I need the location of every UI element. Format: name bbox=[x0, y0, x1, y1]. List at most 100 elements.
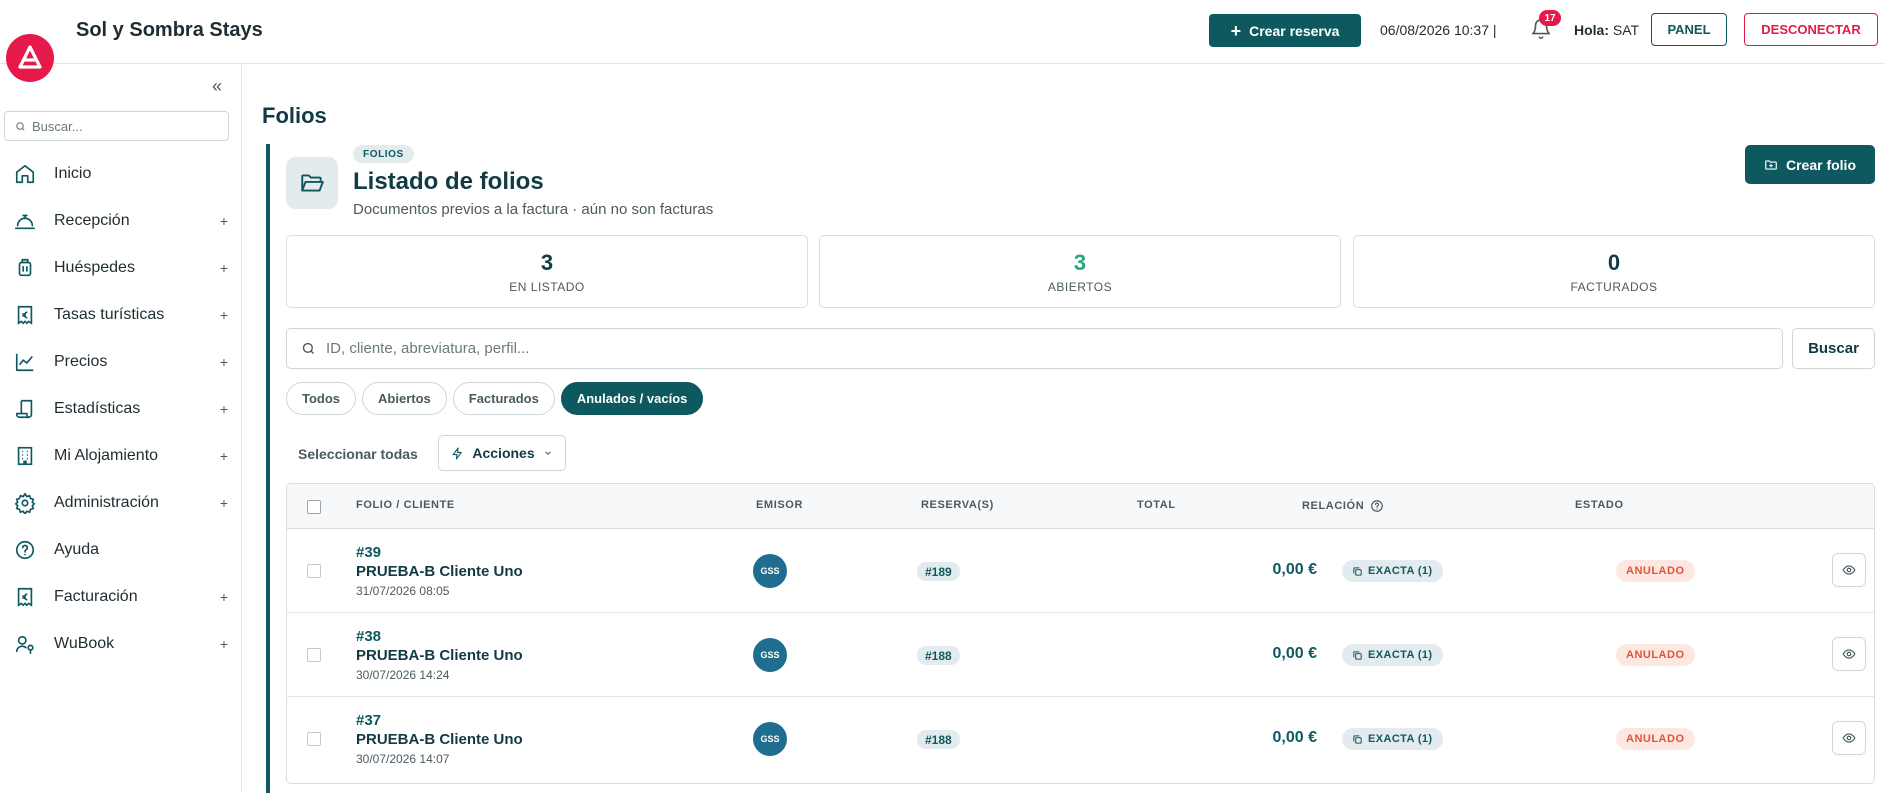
stat-card-abiertos: 3 ABIERTOS bbox=[819, 235, 1341, 308]
expand-plus-icon[interactable]: + bbox=[220, 589, 228, 605]
sidebar-item-precios[interactable]: Precios + bbox=[0, 338, 242, 385]
copy-icon bbox=[1353, 566, 1362, 576]
accent-bar bbox=[266, 144, 270, 793]
create-reservation-button[interactable]: + Crear reserva bbox=[1209, 14, 1361, 47]
building-icon bbox=[14, 445, 36, 467]
folio-date: 30/07/2026 14:24 bbox=[356, 668, 450, 682]
filter-anulados[interactable]: Anulados / vacíos bbox=[560, 382, 704, 415]
sidebar-search-input[interactable]: Buscar... bbox=[4, 111, 229, 141]
expand-plus-icon[interactable]: + bbox=[220, 354, 228, 370]
actions-label: Acciones bbox=[472, 445, 535, 461]
sidebar-item-inicio[interactable]: Inicio bbox=[0, 150, 242, 197]
copy-icon bbox=[1353, 650, 1362, 660]
reservation-pill[interactable]: #188 bbox=[917, 730, 960, 749]
sidebar-item-label: Recepción bbox=[54, 211, 130, 229]
list-subtitle: Documentos previos a la factura · aún no… bbox=[353, 201, 714, 218]
status-badge: ANULADO bbox=[1616, 644, 1695, 666]
expand-plus-icon[interactable]: + bbox=[220, 213, 228, 229]
expand-plus-icon[interactable]: + bbox=[220, 260, 228, 276]
expand-plus-icon[interactable]: + bbox=[220, 495, 228, 511]
sidebar-item-wubook[interactable]: WuBook + bbox=[0, 620, 242, 667]
reservation-pill[interactable]: #189 bbox=[917, 562, 960, 581]
search-button[interactable]: Buscar bbox=[1792, 328, 1875, 369]
collapse-sidebar-icon[interactable]: « bbox=[212, 76, 222, 97]
sidebar-item-label: Inicio bbox=[54, 164, 92, 182]
emisor-avatar: GSS bbox=[753, 554, 787, 588]
folio-client: PRUEBA-B Cliente Uno bbox=[356, 563, 523, 580]
folio-client: PRUEBA-B Cliente Uno bbox=[356, 647, 523, 664]
search-icon bbox=[302, 342, 314, 354]
sidebar-item-facturacion[interactable]: Facturación + bbox=[0, 573, 242, 620]
stat-label: EN LISTADO bbox=[509, 279, 585, 294]
sidebar-item-label: Huéspedes bbox=[54, 258, 135, 276]
sidebar-item-alojamiento[interactable]: Mi Alojamiento + bbox=[0, 432, 242, 479]
folio-search-input[interactable]: ID, cliente, abreviatura, perfil... bbox=[286, 328, 1783, 369]
page-title: Folios bbox=[262, 103, 327, 128]
actions-dropdown[interactable]: Acciones bbox=[438, 435, 566, 471]
column-header-relacion-label: RELACIÓN bbox=[1302, 500, 1365, 512]
status-badge: ANULADO bbox=[1616, 728, 1695, 750]
view-folio-button[interactable] bbox=[1832, 553, 1866, 587]
relation-label: EXACTA (1) bbox=[1368, 565, 1433, 577]
expand-plus-icon[interactable]: + bbox=[220, 636, 228, 652]
user-key-icon bbox=[14, 633, 36, 655]
sidebar-item-tasas[interactable]: Tasas turísticas + bbox=[0, 291, 242, 338]
sidebar-item-estadisticas[interactable]: Estadísticas + bbox=[0, 385, 242, 432]
filter-todos[interactable]: Todos bbox=[286, 382, 357, 415]
select-all-checkbox[interactable] bbox=[307, 500, 321, 514]
filter-abiertos[interactable]: Abiertos bbox=[362, 382, 447, 415]
folder-plus-icon bbox=[1765, 159, 1777, 170]
reservation-pill[interactable]: #188 bbox=[917, 646, 960, 665]
folder-open-icon bbox=[286, 157, 338, 209]
sidebar-nav: Inicio Recepción + Huéspedes + Tasas tur… bbox=[0, 150, 242, 667]
table-row: #37 PRUEBA-B Cliente Uno 30/07/2026 14:0… bbox=[287, 697, 1874, 781]
help-circle-icon[interactable] bbox=[1370, 499, 1384, 513]
user-name: SAT bbox=[1612, 22, 1640, 38]
expand-plus-icon[interactable]: + bbox=[220, 307, 228, 323]
sidebar-item-label: Ayuda bbox=[54, 540, 100, 558]
filter-facturados[interactable]: Facturados bbox=[452, 382, 555, 415]
folio-id-link[interactable]: #39 bbox=[356, 544, 381, 561]
create-folio-button[interactable]: Crear folio bbox=[1745, 145, 1875, 184]
folio-total: 0,00 € bbox=[1272, 561, 1317, 578]
create-reservation-label: Crear reserva bbox=[1249, 22, 1340, 39]
folio-date: 31/07/2026 08:05 bbox=[356, 584, 450, 598]
top-bar: Sol y Sombra Stays + Crear reserva 06/08… bbox=[0, 0, 1885, 64]
view-folio-button[interactable] bbox=[1832, 637, 1866, 671]
sidebar-item-administracion[interactable]: Administración + bbox=[0, 479, 242, 526]
list-title: Listado de folios bbox=[353, 168, 544, 195]
row-checkbox[interactable] bbox=[307, 564, 321, 578]
folios-table: FOLIO / CLIENTE EMISOR RESERVA(S) TOTAL … bbox=[286, 483, 1875, 784]
sidebar-item-label: Estadísticas bbox=[54, 399, 141, 417]
filter-tabs: Todos Abiertos Facturados Anulados / vac… bbox=[286, 382, 704, 415]
stat-label: ABIERTOS bbox=[1047, 279, 1113, 294]
plus-icon: + bbox=[1230, 20, 1242, 41]
stat-card-en-listado: 3 EN LISTADO bbox=[286, 235, 808, 308]
folio-id-link[interactable]: #37 bbox=[356, 712, 381, 729]
sidebar-item-huespedes[interactable]: Huéspedes + bbox=[0, 244, 242, 291]
user-greeting: Hola: SAT bbox=[1574, 22, 1639, 38]
sidebar-item-label: WuBook bbox=[54, 634, 115, 652]
sidebar-item-recepcion[interactable]: Recepción + bbox=[0, 197, 242, 244]
sidebar-item-label: Precios bbox=[54, 352, 108, 370]
euro-receipt-icon bbox=[14, 304, 36, 326]
select-all-link[interactable]: Seleccionar todas bbox=[298, 446, 418, 462]
panel-button[interactable]: PANEL bbox=[1651, 13, 1727, 46]
folio-id-link[interactable]: #38 bbox=[356, 628, 381, 645]
table-row: #39 PRUEBA-B Cliente Uno 31/07/2026 08:0… bbox=[287, 529, 1874, 613]
emisor-avatar: GSS bbox=[753, 722, 787, 756]
stat-value: 0 bbox=[1607, 249, 1621, 275]
sidebar: « Buscar... Inicio Recepción + Huéspedes… bbox=[0, 64, 242, 793]
row-checkbox[interactable] bbox=[307, 732, 321, 746]
view-folio-button[interactable] bbox=[1832, 721, 1866, 755]
sidebar-item-ayuda[interactable]: Ayuda bbox=[0, 526, 242, 573]
euro-receipt-icon bbox=[14, 586, 36, 608]
logout-button[interactable]: DESCONECTAR bbox=[1744, 13, 1878, 46]
expand-plus-icon[interactable]: + bbox=[220, 401, 228, 417]
row-checkbox[interactable] bbox=[307, 648, 321, 662]
lightning-icon bbox=[453, 447, 463, 459]
expand-plus-icon[interactable]: + bbox=[220, 448, 228, 464]
app-title: Sol y Sombra Stays bbox=[76, 19, 263, 41]
brand-logo[interactable] bbox=[6, 34, 54, 82]
line-chart-icon bbox=[14, 351, 36, 373]
